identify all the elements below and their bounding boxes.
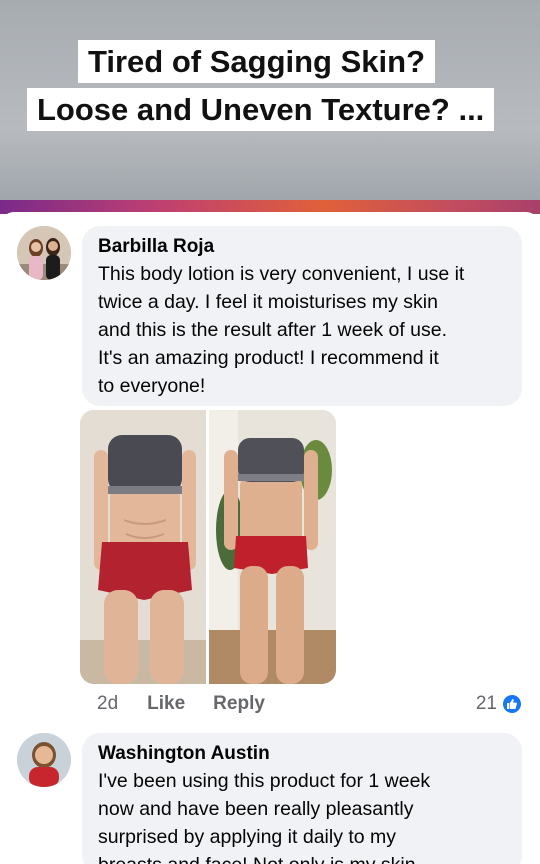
- comment-line: surprised by applying it daily to my: [98, 826, 397, 848]
- comment-line: and this is the result after 1 week of u…: [98, 319, 448, 341]
- comment-line: This body lotion is very convenient, I u…: [98, 263, 465, 285]
- comment-actions: 2d Like Reply: [97, 692, 293, 716]
- comment-author[interactable]: Washington Austin: [98, 741, 506, 767]
- comment-bubble: Barbilla Roja This body lotion is very c…: [82, 226, 522, 406]
- ad-banner: Tired of Sagging Skin? Loose and Uneven …: [0, 0, 540, 214]
- comment-text: This body lotion is very convenient, I u…: [98, 260, 506, 400]
- comment-line: It's an amazing product! I recommend it: [98, 347, 439, 369]
- comment-author[interactable]: Barbilla Roja: [98, 234, 506, 260]
- comment-bubble: Washington Austin I've been using this p…: [82, 733, 522, 864]
- comment-text: I've been using this product for 1 week …: [98, 767, 506, 864]
- comment-photo[interactable]: [80, 410, 336, 684]
- comment-line: I've been using this product for 1 week: [98, 770, 431, 792]
- comment-line: breasts and face! Not only is my skin: [98, 851, 506, 864]
- reaction-summary[interactable]: 21: [476, 692, 523, 716]
- reaction-count: 21: [475, 693, 497, 714]
- comment-line: to everyone!: [98, 375, 206, 397]
- like-button[interactable]: Like: [147, 693, 185, 715]
- banner-headline-line-2: Loose and Uneven Texture? ...: [27, 88, 495, 131]
- avatar-washington-austin[interactable]: [17, 733, 71, 787]
- reply-button[interactable]: Reply: [213, 693, 265, 715]
- avatar-barbilla-roja[interactable]: [17, 226, 71, 280]
- banner-headline-line-1: Tired of Sagging Skin?: [78, 40, 436, 83]
- comment-timestamp[interactable]: 2d: [97, 693, 118, 715]
- comment-line: now and have been really pleasantly: [98, 798, 414, 820]
- comment-line: twice a day. I feel it moisturises my sk…: [98, 291, 438, 313]
- thumbs-up-icon: [501, 693, 523, 715]
